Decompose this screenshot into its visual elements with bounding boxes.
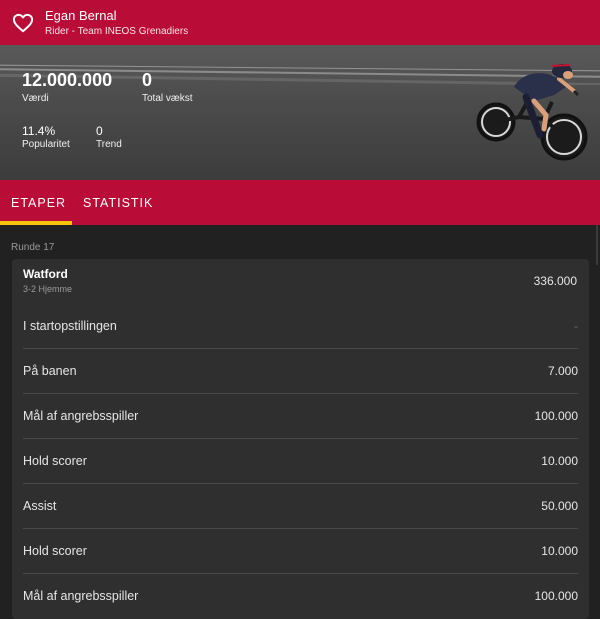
points-row: Assist 50.000 bbox=[23, 484, 578, 529]
heart-outline-icon[interactable] bbox=[12, 13, 34, 33]
trend-label: Trend bbox=[96, 139, 122, 150]
points-row-value: 7.000 bbox=[547, 364, 578, 378]
growth-label: Total vækst bbox=[142, 93, 193, 104]
points-row-label: Assist bbox=[23, 499, 57, 513]
trend-number: 0 bbox=[96, 124, 103, 138]
points-row-value: 100.000 bbox=[534, 589, 578, 603]
points-row-label: I startopstillingen bbox=[23, 319, 117, 333]
app-header: Egan Bernal Rider - Team INEOS Grenadier… bbox=[0, 0, 600, 45]
player-hero: 12.000.000 Værdi 0 Total vækst 11.4% Pop… bbox=[0, 45, 600, 180]
points-row: Mål af angrebsspiller 100.000 bbox=[23, 574, 578, 619]
points-row: Hold scorer 10.000 bbox=[23, 439, 578, 484]
growth-number: 0 bbox=[142, 70, 153, 90]
scrollbar[interactable] bbox=[596, 225, 598, 265]
points-row-label: Mål af angrebsspiller bbox=[23, 589, 139, 603]
points-row-value: - bbox=[574, 319, 578, 333]
match-opponent: Watford bbox=[23, 267, 68, 281]
match-points: 336.000 bbox=[533, 274, 577, 288]
cyclist-illustration bbox=[476, 64, 588, 161]
match-card: Watford 3-2 Hjemme 336.000 I startopstil… bbox=[12, 259, 589, 619]
player-name: Egan Bernal bbox=[45, 8, 117, 23]
points-row-label: På banen bbox=[23, 364, 77, 378]
value-number: 12.000.000 bbox=[22, 70, 113, 90]
points-row-label: Hold scorer bbox=[23, 454, 87, 468]
points-row-value: 10.000 bbox=[541, 544, 578, 558]
points-row: På banen 7.000 bbox=[23, 349, 578, 394]
points-row-value: 10.000 bbox=[541, 454, 578, 468]
tab-etaper[interactable]: ETAPER bbox=[11, 196, 66, 210]
points-row: I startopstillingen - bbox=[23, 304, 578, 349]
points-row-value: 100.000 bbox=[534, 409, 578, 423]
player-team: Rider - Team INEOS Grenadiers bbox=[45, 26, 189, 37]
points-row: Hold scorer 10.000 bbox=[23, 529, 578, 574]
active-tab-indicator bbox=[0, 221, 72, 225]
points-row-value: 50.000 bbox=[541, 499, 578, 513]
points-row: Mål af angrebsspiller 100.000 bbox=[23, 394, 578, 439]
tab-statistik[interactable]: STATISTIK bbox=[83, 196, 153, 210]
match-result: 3-2 Hjemme bbox=[23, 284, 73, 294]
round-label: Runde 17 bbox=[11, 242, 55, 253]
tab-bar: ETAPER STATISTIK bbox=[0, 180, 600, 225]
value-label: Værdi bbox=[22, 93, 49, 104]
points-row-label: Mål af angrebsspiller bbox=[23, 409, 139, 423]
popularity-label: Popularitet bbox=[22, 139, 70, 150]
points-row-label: Hold scorer bbox=[23, 544, 87, 558]
popularity-number: 11.4% bbox=[22, 124, 56, 138]
